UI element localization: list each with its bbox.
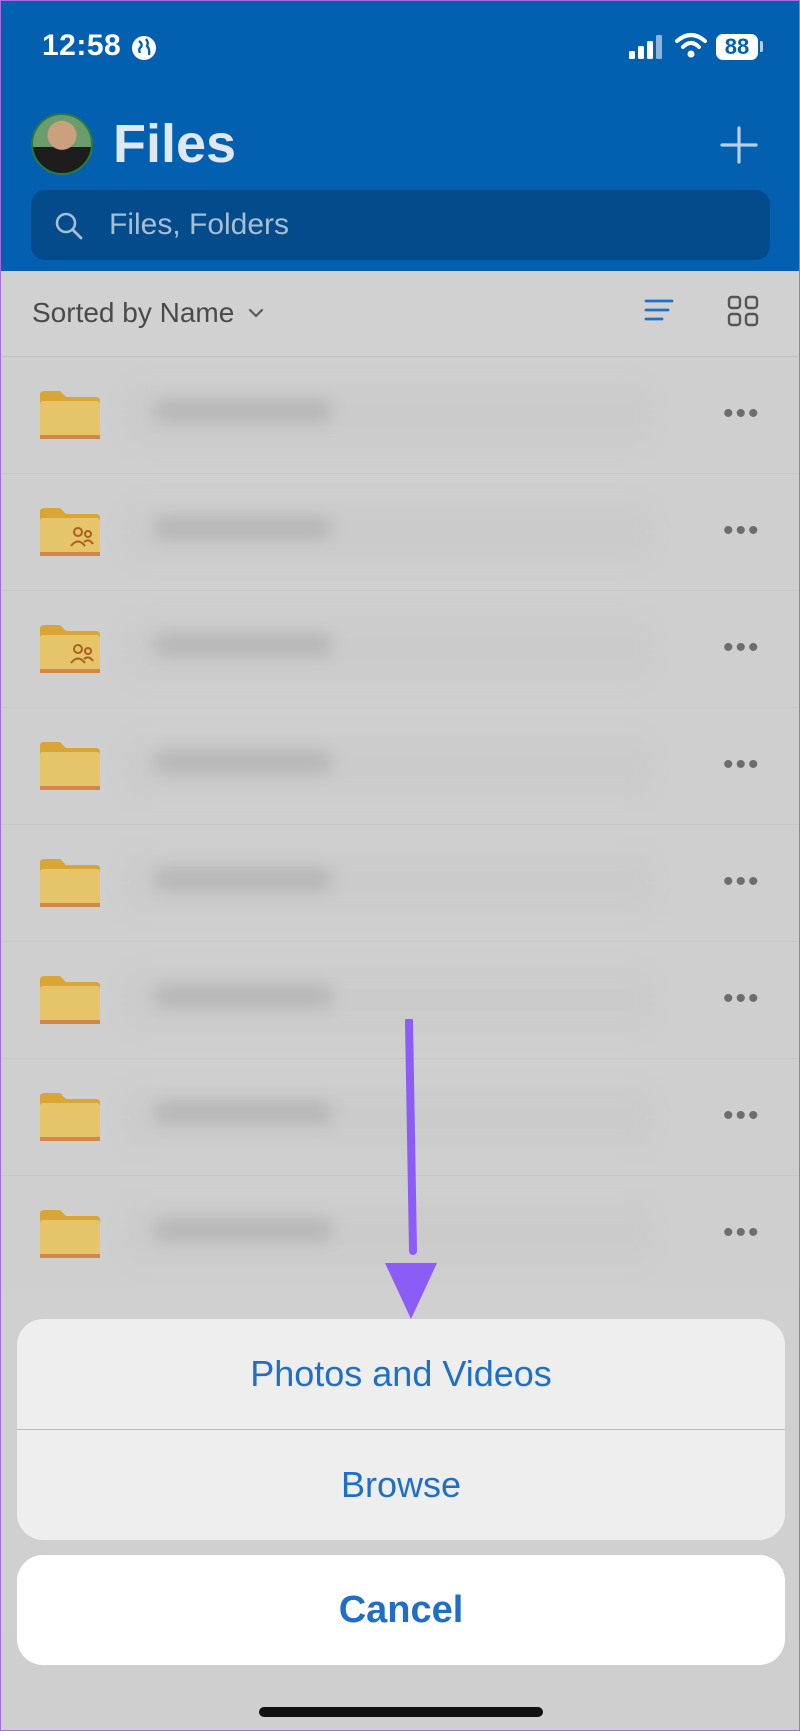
home-indicator[interactable] — [259, 1707, 543, 1717]
list-item[interactable]: ••• — [1, 591, 799, 708]
more-options-icon[interactable]: ••• — [723, 750, 761, 780]
more-options-icon[interactable]: ••• — [723, 1101, 761, 1131]
list-item[interactable]: ••• — [1, 708, 799, 825]
list-view-icon[interactable] — [644, 297, 674, 323]
more-options-icon[interactable]: ••• — [723, 399, 761, 429]
shared-folder-icon — [40, 625, 100, 673]
battery-indicator: 88 — [716, 34, 758, 60]
status-time: 12:58 — [42, 29, 122, 62]
sort-label: Sorted by Name — [32, 297, 235, 328]
file-name-blurred — [123, 385, 653, 445]
more-options-icon[interactable]: ••• — [723, 867, 761, 897]
shared-folder-icon — [40, 508, 100, 556]
photos-and-videos-button[interactable]: Photos and Videos — [17, 1319, 785, 1429]
file-name-blurred — [123, 619, 653, 679]
more-options-icon[interactable]: ••• — [723, 1218, 761, 1248]
action-sheet: Photos and Videos Browse — [17, 1319, 785, 1540]
search-input[interactable] — [109, 190, 709, 260]
add-icon[interactable] — [719, 125, 759, 165]
annotation-arrow-icon — [385, 1019, 437, 1319]
chevron-down-icon — [249, 308, 264, 318]
cellular-signal-icon — [629, 35, 662, 59]
wifi-icon — [675, 33, 707, 58]
status-bar: 12:58 88 — [1, 1, 799, 96]
avatar[interactable] — [31, 113, 93, 175]
app-header: 12:58 88 Files — [1, 1, 799, 271]
phone-screen: 12:58 88 Files Files, Folders Sorted by … — [0, 0, 800, 1731]
more-options-icon[interactable]: ••• — [723, 984, 761, 1014]
grid-view-icon[interactable] — [727, 295, 759, 327]
folder-icon — [40, 391, 100, 439]
folder-icon — [40, 1093, 100, 1141]
folder-icon — [40, 742, 100, 790]
list-item[interactable]: ••• — [1, 357, 799, 474]
more-options-icon[interactable]: ••• — [723, 633, 761, 663]
folder-icon — [40, 976, 100, 1024]
file-name-blurred — [123, 736, 653, 796]
folder-icon — [40, 1210, 100, 1258]
file-name-blurred — [123, 502, 653, 562]
list-item[interactable]: ••• — [1, 474, 799, 591]
cancel-button[interactable]: Cancel — [17, 1555, 785, 1665]
page-title: Files — [113, 114, 237, 174]
search-bar[interactable] — [31, 190, 770, 260]
sort-dropdown[interactable]: Sorted by Name — [32, 297, 264, 329]
more-options-icon[interactable]: ••• — [723, 516, 761, 546]
sort-toolbar: Sorted by Name — [1, 271, 799, 357]
globe-icon — [132, 36, 156, 60]
file-name-blurred — [123, 853, 653, 913]
folder-icon — [40, 859, 100, 907]
search-icon — [55, 212, 83, 240]
browse-button[interactable]: Browse — [17, 1430, 785, 1540]
list-item[interactable]: ••• — [1, 825, 799, 942]
battery-tip — [760, 41, 763, 52]
